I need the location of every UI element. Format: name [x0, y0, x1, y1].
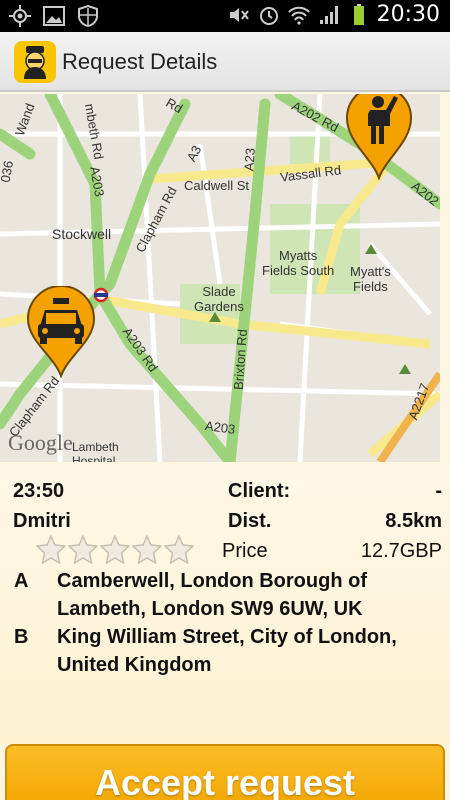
- client-value: -: [435, 480, 442, 502]
- distance-label: Dist.: [228, 510, 272, 532]
- gps-icon: [9, 5, 31, 27]
- map-label-stockwell: Stockwell: [52, 226, 112, 242]
- client-name: Dmitri: [13, 510, 71, 532]
- address-a-letter: A: [14, 570, 29, 592]
- action-bar: Request Details: [0, 32, 450, 92]
- price-value: 12.7GBP: [360, 540, 442, 562]
- shield-icon: [78, 4, 98, 28]
- star-icon: [68, 534, 98, 564]
- address-b-letter: B: [14, 626, 29, 648]
- map-label-myatts-fields-south: Myatts Fields South: [262, 248, 335, 278]
- map-view[interactable]: Stockwell Slade Gardens Myatts Fields Sout…: [0, 94, 440, 462]
- price-label: Price: [222, 540, 268, 562]
- distance-value: 8.5km: [385, 510, 442, 532]
- accept-request-label: Accept request: [94, 762, 356, 800]
- address-b-text: King William Street, City of London, Uni…: [57, 626, 397, 676]
- map-label-a23: A23: [241, 147, 258, 172]
- battery-icon: [353, 3, 364, 25]
- taxi-driver-icon[interactable]: [14, 41, 56, 83]
- signal-icon: [319, 5, 338, 24]
- google-logo: Google: [8, 430, 73, 455]
- map-label-slade-gardens: Slade Gardens: [194, 284, 244, 314]
- wifi-icon: [287, 6, 310, 25]
- alarm-icon: [259, 6, 278, 25]
- request-details: 23:50 Client: - Dmitri Dist. 8.5km Price…: [0, 464, 450, 744]
- mute-icon: [229, 7, 249, 22]
- status-bar: 20:30: [0, 0, 450, 32]
- address-a-text: Camberwell, London Borough of Lambeth, L…: [57, 570, 367, 620]
- star-icon: [36, 534, 66, 564]
- map-label-lambeth-hospital: Lambeth Hospital: [72, 440, 119, 462]
- star-icon: [100, 534, 130, 564]
- request-time: 23:50: [13, 480, 65, 502]
- gallery-icon: [43, 6, 65, 26]
- rating-stars: [36, 534, 194, 564]
- page-title: Request Details: [62, 49, 218, 74]
- accept-request-button[interactable]: Accept request: [5, 744, 445, 800]
- map-label-caldwell-st: Caldwell St: [184, 178, 250, 193]
- map-label-myatts-fields: Myatt's Fields: [350, 264, 391, 294]
- star-icon: [132, 534, 162, 564]
- status-time: 20:30: [376, 2, 440, 27]
- star-icon: [164, 534, 194, 564]
- client-label: Client:: [228, 480, 291, 502]
